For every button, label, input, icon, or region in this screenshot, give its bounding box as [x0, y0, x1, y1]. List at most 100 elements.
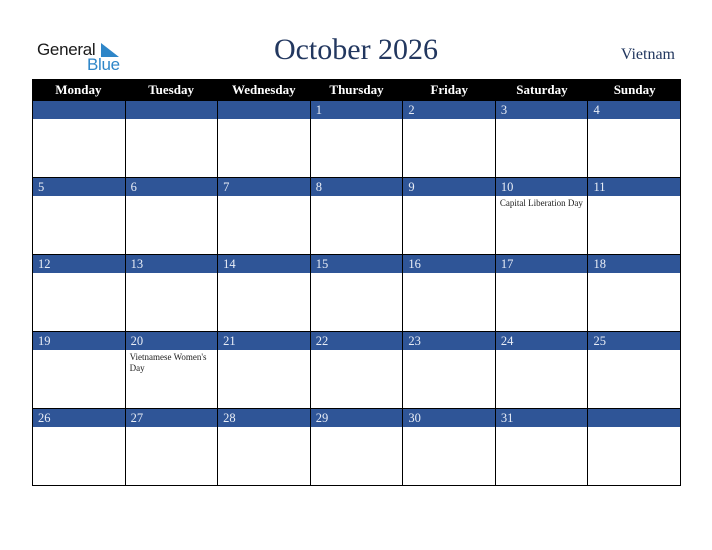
- weekday-thursday: Thursday: [329, 82, 384, 97]
- day-cell[interactable]: 30: [403, 409, 496, 485]
- day-cell[interactable]: 29: [310, 409, 404, 485]
- holiday-label: [126, 196, 218, 198]
- holiday-label: [496, 273, 588, 275]
- holiday-label: [218, 427, 310, 429]
- day-cell[interactable]: 31: [495, 409, 589, 485]
- day-number: 4: [588, 101, 681, 119]
- day-number: 28: [218, 409, 310, 427]
- weekday-sunday: Sunday: [613, 82, 656, 97]
- day-cell[interactable]: 27: [125, 409, 219, 485]
- day-number: 6: [125, 178, 218, 196]
- day-cell[interactable]: 26: [33, 409, 126, 485]
- holiday-label: [588, 119, 680, 121]
- weekday-friday: Friday: [430, 82, 469, 97]
- day-cell[interactable]: [588, 409, 682, 485]
- day-number: 31: [495, 409, 588, 427]
- day-number: 25: [588, 332, 681, 350]
- day-cell[interactable]: [33, 101, 126, 177]
- holiday-label: [218, 350, 310, 352]
- holiday-label: [588, 196, 680, 198]
- day-number: 12: [33, 255, 125, 273]
- day-cell[interactable]: 15: [310, 255, 404, 331]
- week-row: 26 27 28 29 30 31: [32, 409, 682, 486]
- calendar-grid: Monday Tuesday Wednesday Thursday Friday…: [32, 79, 682, 486]
- holiday-label: Capital Liberation Day: [499, 198, 583, 208]
- day-cell[interactable]: 7: [218, 178, 311, 254]
- day-cell[interactable]: 10 Capital Liberation Day: [495, 178, 589, 254]
- weekday-header: Monday Tuesday Wednesday Thursday Friday…: [32, 79, 681, 101]
- day-cell[interactable]: 17: [495, 255, 589, 331]
- day-cell[interactable]: 19: [33, 332, 126, 408]
- day-cell[interactable]: 23: [403, 332, 496, 408]
- day-number: 22: [310, 332, 403, 350]
- day-number: 16: [403, 255, 495, 273]
- day-cell[interactable]: 14: [218, 255, 311, 331]
- day-number: 9: [403, 178, 495, 196]
- day-number: 1: [310, 101, 403, 119]
- day-number: [33, 101, 125, 119]
- day-cell[interactable]: 6: [125, 178, 219, 254]
- day-cell[interactable]: 11: [588, 178, 682, 254]
- holiday-label: [403, 273, 495, 275]
- holiday-label: [403, 196, 495, 198]
- holiday-label: [311, 196, 403, 198]
- holiday-label: [33, 350, 125, 352]
- day-cell[interactable]: 22: [310, 332, 404, 408]
- day-cell[interactable]: 18: [588, 255, 682, 331]
- day-number: 8: [310, 178, 403, 196]
- day-number: 15: [310, 255, 403, 273]
- day-cell[interactable]: 12: [33, 255, 126, 331]
- day-cell[interactable]: 25: [588, 332, 682, 408]
- day-cell[interactable]: 28: [218, 409, 311, 485]
- weekday-saturday: Saturday: [516, 82, 568, 97]
- day-cell[interactable]: 4: [588, 101, 682, 177]
- holiday-label: [126, 119, 218, 121]
- day-cell[interactable]: 2: [403, 101, 496, 177]
- holiday-label: [33, 196, 125, 198]
- week-row: 5 6 7 8 9 10 Capital Liberation Day 11: [32, 178, 682, 255]
- day-cell[interactable]: 9: [403, 178, 496, 254]
- day-number: 13: [125, 255, 218, 273]
- day-number: 19: [33, 332, 125, 350]
- holiday-label: [218, 196, 310, 198]
- day-cell[interactable]: 3: [495, 101, 589, 177]
- day-number: 29: [310, 409, 403, 427]
- week-row: 1234: [32, 101, 682, 178]
- holiday-label: [33, 427, 125, 429]
- holiday-label: [588, 427, 680, 429]
- holiday-label: [496, 119, 588, 121]
- holiday-label: [496, 427, 588, 429]
- day-cell[interactable]: 24: [495, 332, 589, 408]
- day-number: 5: [33, 178, 125, 196]
- week-row: 12 13 14 15 16 17 18: [32, 255, 682, 332]
- day-cell[interactable]: [125, 101, 219, 177]
- holiday-label: [218, 119, 310, 121]
- day-number: 18: [588, 255, 681, 273]
- holiday-label: [33, 119, 125, 121]
- holiday-label: [311, 273, 403, 275]
- holiday-label: [218, 273, 310, 275]
- weekday-tuesday: Tuesday: [148, 82, 194, 97]
- holiday-label: [311, 119, 403, 121]
- holiday-label: [311, 427, 403, 429]
- day-number: 24: [495, 332, 588, 350]
- day-number: [218, 101, 310, 119]
- day-cell[interactable]: 21: [218, 332, 311, 408]
- day-cell[interactable]: 16: [403, 255, 496, 331]
- day-number: 11: [588, 178, 681, 196]
- day-cell[interactable]: 1: [310, 101, 404, 177]
- day-cell[interactable]: 13: [125, 255, 219, 331]
- day-cell[interactable]: [218, 101, 311, 177]
- day-number: 14: [218, 255, 310, 273]
- day-number: 17: [495, 255, 588, 273]
- holiday-label: [126, 427, 218, 429]
- day-number: 23: [403, 332, 495, 350]
- holiday-label: [403, 119, 495, 121]
- day-cell[interactable]: 5: [33, 178, 126, 254]
- holiday-label: Vietnamese Women's Day: [129, 352, 207, 373]
- day-number: 20: [125, 332, 218, 350]
- day-number: 7: [218, 178, 310, 196]
- holiday-label: [403, 350, 495, 352]
- day-cell[interactable]: 20 Vietnamese Women's Day: [125, 332, 219, 408]
- day-cell[interactable]: 8: [310, 178, 404, 254]
